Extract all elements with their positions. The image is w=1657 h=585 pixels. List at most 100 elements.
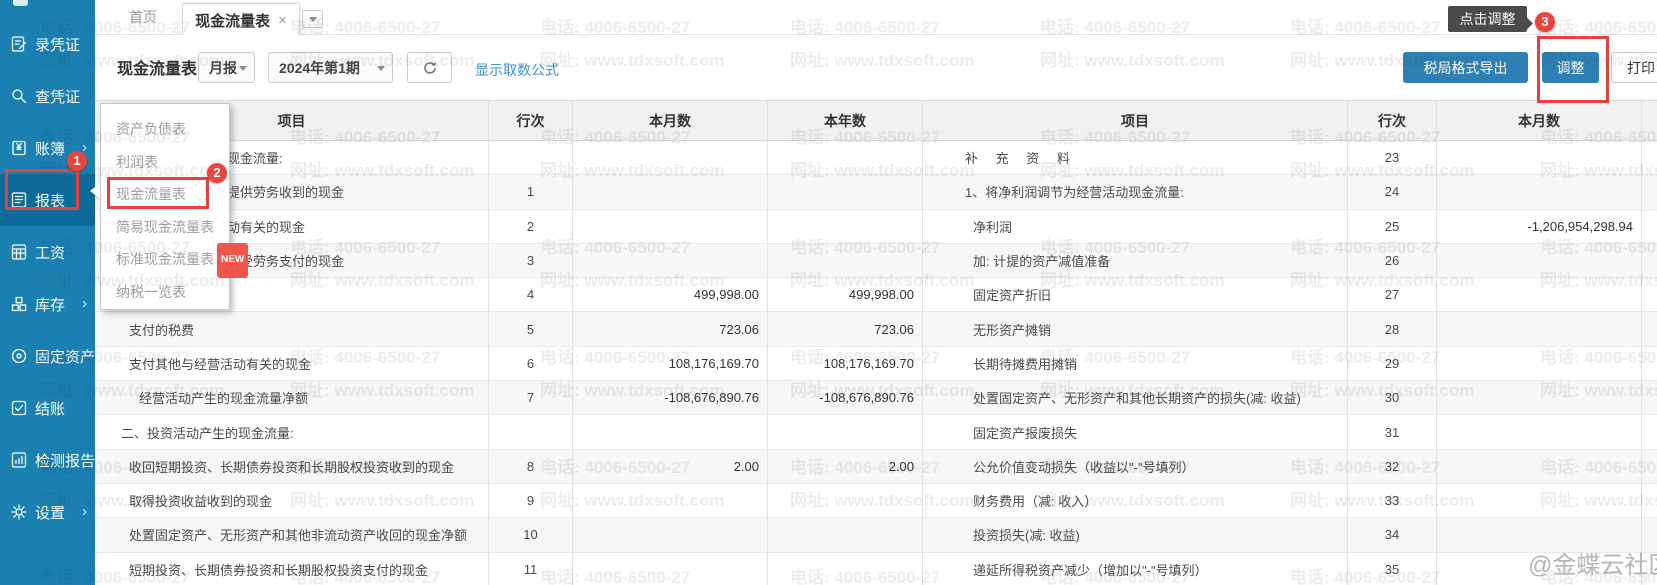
month-amount-cell <box>1437 553 1642 585</box>
sidebar-item-label: 设置 <box>35 502 65 523</box>
menu-item-label: 标准现金流量表 <box>116 251 214 267</box>
sidebar-item-label: 查凭证 <box>35 86 80 107</box>
line-no-cell: 24 <box>1348 175 1437 209</box>
report-title: 现金流量表 <box>117 55 197 79</box>
sidebar-item-7[interactable]: 固定资产 <box>0 330 95 382</box>
sidebar-item-label: 录凭证 <box>35 34 80 55</box>
month-amount-cell: 499,998.00 <box>573 278 768 312</box>
sidebar-item-label: 固定资产 <box>35 346 95 367</box>
period-select[interactable]: 2024年第1期 <box>268 52 393 83</box>
clipped-cell <box>1642 175 1657 209</box>
year-amount-cell: 2.00 <box>768 450 923 484</box>
cropped-sidebar-icon <box>13 0 28 6</box>
table-row: 短期投资、长期债券投资和长期股权投资支付的现金11递延所得税资产减少（增加以"-… <box>95 553 1657 585</box>
item-cell: 处置固定资产、无形资产和其他非流动资产收回的现金净额 <box>95 518 489 552</box>
month-amount-cell: -108,676,890.76 <box>573 381 768 415</box>
line-no-cell: 9 <box>489 484 573 518</box>
month-amount-cell <box>573 518 768 552</box>
line-no-cell: 10 <box>489 518 573 552</box>
clipped-cell <box>1642 244 1657 278</box>
step-badge-1: 1 <box>67 151 87 171</box>
sidebar-item-6[interactable]: 库存› <box>0 278 95 330</box>
line-no-cell: 27 <box>1348 278 1437 312</box>
close-icon[interactable]: × <box>278 13 287 28</box>
item-cell: 支付其他与经营活动有关的现金 <box>95 347 489 381</box>
sidebar-item-5[interactable]: 工资 <box>0 226 95 278</box>
table-header-row: 项目行次本月数本年数项目行次本月数 <box>95 101 1657 141</box>
year-amount-cell: 723.06 <box>768 312 923 346</box>
line-no-cell: 30 <box>1348 381 1437 415</box>
period-value: 2024年第1期 <box>279 58 360 78</box>
refresh-icon <box>421 59 439 77</box>
tab-list-dropdown-button[interactable] <box>302 10 323 28</box>
print-button[interactable]: 打印 <box>1611 52 1657 83</box>
table-row: 现金流量:补 充 资 料23 <box>95 141 1657 175</box>
sidebar-item-label: 结账 <box>35 398 65 419</box>
tab-cash-flow-statement[interactable]: 现金流量表 × <box>182 3 300 36</box>
month-amount-cell: 108,176,169.70 <box>573 347 768 381</box>
month-amount-cell <box>1437 518 1642 552</box>
item-cell: 经营活动产生的现金流量净额 <box>95 381 489 415</box>
report-menu-item-4[interactable]: 简易现金流量表 <box>101 211 229 244</box>
year-amount-cell <box>768 210 923 244</box>
line-no-cell: 33 <box>1348 484 1437 518</box>
tax-format-export-button[interactable]: 税局格式导出 <box>1403 52 1528 83</box>
toolbar: 现金流量表 月报 2024年第1期 显示取数公式 税局格式导出 调整 打印 <box>95 35 1657 100</box>
line-no-cell <box>489 415 573 449</box>
clipped-cell <box>1642 210 1657 244</box>
table-row: 取得投资收益收到的现金9财务费用（减: 收入）33 <box>95 484 1657 518</box>
table-row: 接受劳务支付的现金3加: 计提的资产减值准备26 <box>95 244 1657 278</box>
month-amount-cell <box>573 141 768 175</box>
item-cell: 处置固定资产、无形资产和其他长期资产的损失(减: 收益) <box>923 381 1348 415</box>
month-amount-cell <box>1437 312 1642 346</box>
tooltip-text: 点击调整 <box>1460 11 1516 27</box>
report-menu-item-1[interactable]: 资产负债表 <box>101 113 229 146</box>
sidebar-item-10[interactable]: 设置› <box>0 486 95 538</box>
cash-flow-table: 项目行次本月数本年数项目行次本月数现金流量:补 充 资 料23提供劳务收到的现金… <box>95 100 1657 585</box>
report-icon <box>10 191 28 209</box>
show-formula-link[interactable]: 显示取数公式 <box>475 60 559 80</box>
year-amount-cell <box>768 518 923 552</box>
clipped-cell <box>1642 347 1657 381</box>
chevron-right-icon: › <box>82 295 87 312</box>
period-type-select[interactable]: 月报 <box>198 52 255 83</box>
sidebar-item-1[interactable]: 录凭证 <box>0 18 95 70</box>
month-amount-cell <box>573 244 768 278</box>
column-header-8 <box>1642 101 1657 141</box>
line-no-cell: 23 <box>1348 141 1437 175</box>
table-row: 收回短期投资、长期债券投资和长期股权投资收到的现金82.002.00公允价值变动… <box>95 450 1657 484</box>
month-amount-cell <box>1437 381 1642 415</box>
month-amount-cell <box>573 175 768 209</box>
line-no-cell: 34 <box>1348 518 1437 552</box>
table-row: 支付的税费5723.06723.06无形资产摊销28 <box>95 312 1657 346</box>
item-cell: 投资损失(减: 收益) <box>923 518 1348 552</box>
line-no-cell: 31 <box>1348 415 1437 449</box>
sidebar-item-2[interactable]: 查凭证 <box>0 70 95 122</box>
year-amount-cell <box>768 484 923 518</box>
clipped-cell <box>1642 553 1657 585</box>
sidebar-item-label: 报表 <box>35 190 65 211</box>
item-cell: 1、将净利润调节为经营活动现金流量: <box>923 175 1348 209</box>
item-cell: 补 充 资 料 <box>923 141 1348 175</box>
menu-item-label: 资产负债表 <box>116 121 186 137</box>
month-amount-cell <box>1437 175 1642 209</box>
table-row: 支付其他与经营活动有关的现金6108,176,169.70108,176,169… <box>95 347 1657 381</box>
sidebar-item-4[interactable]: 报表 <box>0 174 95 226</box>
tab-home[interactable]: 首页 <box>113 0 173 35</box>
sidebar-item-8[interactable]: 结账 <box>0 382 95 434</box>
month-amount-cell <box>1437 141 1642 175</box>
report-menu-item-5[interactable]: 标准现金流量表NEW <box>101 243 229 276</box>
item-cell: 长期待摊费用摊销 <box>923 347 1348 381</box>
voucher-search-icon <box>10 87 28 105</box>
refresh-button[interactable] <box>407 52 452 83</box>
clipped-cell <box>1642 450 1657 484</box>
closing-icon <box>10 399 28 417</box>
report-menu-item-6[interactable]: 纳税一览表 <box>101 276 229 309</box>
report-menu-item-3[interactable]: 现金流量表 <box>101 178 229 211</box>
line-no-cell: 1 <box>489 175 573 209</box>
adjust-button[interactable]: 调整 <box>1542 52 1599 83</box>
fixed-asset-icon <box>10 347 28 365</box>
sidebar-item-9[interactable]: 检测报告 <box>0 434 95 486</box>
clipped-cell <box>1642 381 1657 415</box>
item-cell: 二、投资活动产生的现金流量: <box>95 415 489 449</box>
